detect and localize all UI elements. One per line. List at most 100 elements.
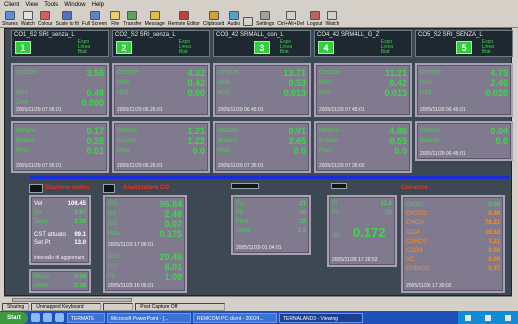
reading-label: Umid — [34, 283, 49, 289]
toolbar-button-13[interactable]: Ctrl+Alt+Del — [277, 9, 304, 27]
station-header-5[interactable]: CO5_S2 SRI_SENZA_L 5 Espo Linea Btat — [415, 30, 513, 57]
start-button[interactable]: Start — [0, 311, 28, 324]
toolbar-button-15[interactable]: Watch — [325, 9, 339, 27]
reading-row: Metano 4.86 — [319, 127, 407, 136]
toolbar-button-label: Watch — [325, 21, 340, 27]
toolbar-button-6[interactable]: Transfer — [123, 9, 142, 27]
reading-row: NOx 0.175 — [108, 230, 182, 239]
reading-label: C2Cl4 — [406, 248, 423, 254]
reading-value: 0.00 — [488, 202, 500, 208]
mid-panel-3: Metano 0.91 Butano 2.65 Prop 0.0 2005/11/29 07… — [213, 121, 311, 173]
reading-label: Pa — [236, 201, 244, 207]
panel-timestamp: 2005/11/29 07 35:01 — [218, 163, 264, 169]
meteo-status-value: 13.0 — [74, 240, 86, 246]
toolbar-button-1[interactable]: Watch — [21, 9, 35, 27]
toolbar-button-7[interactable]: Message — [145, 9, 165, 27]
status-keyboard: Unmapped Keyboard — [31, 302, 102, 311]
station-number-badge[interactable]: 3 — [254, 41, 270, 54]
reading-row: CH3OH 4.75 — [420, 69, 508, 78]
reading-row: Umid 0.18 — [34, 282, 86, 291]
panel-timestamp: 2005/11/29 06 45:01 — [218, 107, 264, 113]
toolbar-button-0[interactable]: Shares — [2, 9, 18, 27]
station-name: CO5_S2 SRI_SENZA_L — [418, 32, 483, 38]
reading-value: 15 — [385, 210, 392, 216]
reading-value: 10 — [299, 210, 306, 216]
tray-icon[interactable] — [485, 314, 491, 321]
reading-label: H2S — [218, 90, 230, 96]
reading-value: 0.00 — [488, 248, 500, 254]
status-sharing: Sharing — [2, 302, 30, 311]
reading-label: Metano — [319, 128, 340, 134]
station-number-badge[interactable]: 5 — [456, 41, 472, 54]
quicklaunch-icon-1[interactable] — [31, 313, 40, 322]
reading-value: 0.17 — [86, 126, 104, 136]
reading-value: 0.53 — [288, 78, 306, 88]
toolbar-button-12[interactable]: Settings — [256, 9, 274, 27]
tray-icon[interactable] — [505, 314, 511, 321]
station-header-4[interactable]: CO4_42 SRM4LL_G_Z 4 Espo Linea Btat — [314, 30, 412, 57]
reading-row: CH3OH 13.71 — [218, 69, 306, 78]
station-header-2[interactable]: CO2_S2 SRI_senza_L 2 Espo Linea Btat — [112, 30, 210, 57]
panel-timestamp: 2005/11/29 07 05:01 — [16, 163, 62, 169]
toolbar-button-10[interactable]: Audio — [227, 9, 240, 27]
reading-label: Flow — [236, 219, 249, 225]
toolbar-button-3[interactable]: Scale to fit — [56, 9, 79, 27]
reading-value: 11.21 — [384, 68, 407, 78]
station-number-badge[interactable]: 4 — [318, 41, 334, 54]
reading-row: Pa 21 — [236, 200, 306, 209]
reading-label: CH3OH — [117, 70, 139, 76]
top-panel-5: CH3OH 4.75 NH3 2.46 H2S 0.020 2005/11/29 06 45… — [415, 63, 513, 117]
toolbar-button-label: Full Screen — [81, 21, 108, 27]
reading-value: 96.84 — [159, 199, 182, 209]
quicklaunch-icon-3[interactable] — [55, 313, 64, 322]
reading-label: Prop — [218, 148, 231, 154]
reading-label: CH3OH — [16, 70, 38, 76]
watch-icon — [22, 11, 33, 20]
toolbar-button-5[interactable]: File — [110, 9, 121, 27]
reading-row: H2S 0.020 — [420, 89, 508, 98]
reading-label: H2S — [420, 90, 432, 96]
station-number-badge[interactable]: 1 — [15, 41, 31, 54]
reading-value: 7.21 — [488, 238, 500, 245]
taskbar-task-2[interactable]: Microsoft PowerPoint - [... — [107, 312, 191, 323]
toolbar-button-9[interactable]: Clipboard — [203, 9, 224, 27]
toolbar-button-14[interactable]: Logout — [307, 9, 322, 27]
toolbar: Shares Watch Colour Scale to fit Full Screen… — [0, 10, 518, 28]
reading-value: 0.020 — [485, 88, 508, 98]
toolbar-button-2[interactable]: Colour — [38, 9, 53, 27]
taskbar-task-4[interactable]: TERNALAND3 - Viewing — [279, 312, 363, 323]
station-header-3[interactable]: CO3_42 SRMALL_con_L 3 Espo Linea Btat — [213, 30, 311, 57]
toolbar-button-4[interactable]: Full Screen — [82, 9, 107, 27]
reading-value: 0.013 — [384, 88, 407, 98]
reading-label: CO — [108, 201, 117, 207]
quicklaunch-icon-2[interactable] — [43, 313, 52, 322]
reading-label: Dir — [34, 210, 42, 216]
reading-value: 0.91 — [288, 126, 306, 136]
reading-value: 78.21 — [484, 220, 500, 227]
reading-value: 0.28 — [86, 136, 104, 146]
reading-row: CH3OH 4.32 — [117, 69, 205, 78]
reading-row: CH3OH 3.56 — [16, 69, 104, 78]
flow-panel: Pt 11.6 Ps 15 2005/11/28 17 26:52 Fl 0.172 — [327, 195, 397, 267]
reading-label: CCl4 — [406, 229, 420, 236]
taskbar-task-3[interactable]: REMCOM PC client - 20024... — [193, 312, 277, 323]
reading-row: Metano 0.91 — [218, 127, 306, 136]
reading-label: Pb — [236, 210, 244, 216]
reading-label: CH3OH — [319, 70, 341, 76]
reading-row: Dir 2.67 — [34, 209, 86, 218]
reading-label: NH3 — [420, 80, 433, 86]
toolbar-button-8[interactable]: Remote Editor — [168, 9, 200, 27]
tray-icon[interactable] — [465, 314, 471, 321]
reading-label: NH3 — [117, 80, 130, 86]
reading-label: Pt — [332, 201, 338, 207]
reading-row: Butano 0.55 — [319, 137, 407, 146]
taskbar-task-1[interactable]: TERMATE — [67, 312, 105, 323]
reading-label: CHCl3 — [406, 220, 424, 227]
section-separator — [29, 176, 509, 179]
reading-row: Metano 0.17 — [16, 127, 104, 136]
reading-label: Metano — [420, 128, 441, 134]
toolbar-button-11[interactable] — [243, 9, 254, 27]
station-name: CO2_S2 SRI_senza_L — [115, 32, 176, 38]
station-number-badge[interactable]: 2 — [116, 41, 132, 54]
station-header-1[interactable]: CO1_S2 SRI_senza_L 1 Espo Linea Btat — [11, 30, 109, 57]
